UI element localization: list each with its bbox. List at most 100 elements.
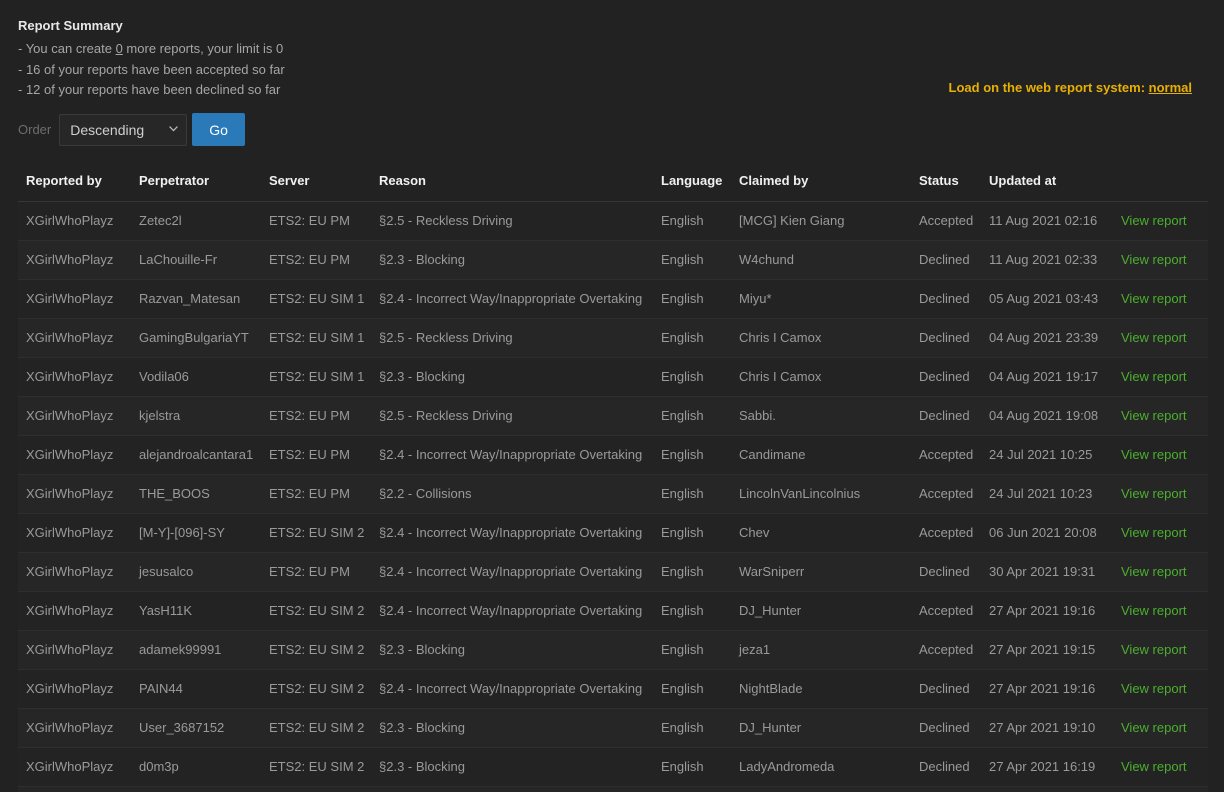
cell-claimed-by: Chris I Camox bbox=[731, 318, 911, 358]
table-row: XGirlWhoPlayz THE_BOOS ETS2: EU PM §2.2 - C… bbox=[18, 474, 1208, 514]
cell-status: Accepted bbox=[911, 201, 981, 241]
cell-reason: §2.5 - Reckless Driving bbox=[371, 318, 653, 358]
cell-status: Accepted bbox=[911, 474, 981, 514]
cell-perpetrator: User_3687152 bbox=[131, 708, 261, 748]
cell-perpetrator: kjelstra bbox=[131, 396, 261, 436]
cell-server: ETS2: EU PM bbox=[261, 201, 371, 241]
view-report-link[interactable]: View report bbox=[1121, 213, 1187, 228]
cell-status: Declined bbox=[911, 669, 981, 709]
cell-reported-by: XGirlWhoPlayz bbox=[18, 669, 131, 709]
cell-reason: §2.3 - Blocking bbox=[371, 630, 653, 670]
cell-reason: §2.4 - Incorrect Way/Inappropriate Overt… bbox=[371, 279, 653, 319]
cell-claimed-by: NightBlade bbox=[731, 669, 911, 709]
cell-language: English bbox=[653, 396, 731, 436]
cell-server: ETS2: EU SIM 2 bbox=[261, 513, 371, 553]
cell-language: English bbox=[653, 513, 731, 553]
cell-perpetrator: PAIN44 bbox=[131, 669, 261, 709]
view-report-link[interactable]: View report bbox=[1121, 486, 1187, 501]
cell-claimed-by: [MCG] Kien Giang bbox=[731, 201, 911, 241]
cell-reported-by: XGirlWhoPlayz bbox=[18, 747, 131, 787]
cell-reason: §2.3 - Blocking bbox=[371, 240, 653, 280]
cell-reason: §2.5 - Reckless Driving bbox=[371, 396, 653, 436]
cell-server: ETS2: EU SIM 2 bbox=[261, 630, 371, 670]
column-header-perpetrator: Perpetrator bbox=[131, 164, 261, 202]
cell-reported-by: XGirlWhoPlayz bbox=[18, 474, 131, 514]
view-report-link[interactable]: View report bbox=[1121, 369, 1187, 384]
order-controls: Order DescendingAscending Go bbox=[0, 101, 1224, 147]
column-header-status: Status bbox=[911, 164, 981, 202]
cell-status: Accepted bbox=[911, 630, 981, 670]
table-row: XGirlWhoPlayz YasH11K ETS2: EU SIM 2 §2.4 -… bbox=[18, 591, 1208, 631]
view-report-link[interactable]: View report bbox=[1121, 291, 1187, 306]
cell-language: English bbox=[653, 669, 731, 709]
cell-status: Accepted bbox=[911, 591, 981, 631]
cell-language: English bbox=[653, 552, 731, 592]
summary-line-text: - 16 of your reports have been accepted … bbox=[18, 61, 285, 77]
cell-actions: View report bbox=[1113, 669, 1208, 709]
view-report-link[interactable]: View report bbox=[1121, 408, 1187, 423]
table-row: XGirlWhoPlayz LaChouille-Fr ETS2: EU PM §2.… bbox=[18, 240, 1208, 280]
cell-server: ETS2: EU SIM 1 bbox=[261, 279, 371, 319]
table-row: XGirlWhoPlayz alejandroalcantara1 ETS2: EU… bbox=[18, 435, 1208, 475]
summary-line-1: - 16 of your reports have been accepted … bbox=[18, 60, 1224, 81]
view-report-link[interactable]: View report bbox=[1121, 564, 1187, 579]
cell-actions: View report bbox=[1113, 240, 1208, 280]
cell-status: Accepted bbox=[911, 435, 981, 475]
cell-reported-by: XGirlWhoPlayz bbox=[18, 318, 131, 358]
view-report-link[interactable]: View report bbox=[1121, 447, 1187, 462]
table-row: XGirlWhoPlayz Zetec2l ETS2: EU PM §2.5 - Re… bbox=[18, 201, 1208, 241]
cell-reason: §2.4 - Incorrect Way/Inappropriate Overt… bbox=[371, 591, 653, 631]
cell-updated-at: 04 Aug 2021 19:08 bbox=[981, 396, 1113, 436]
cell-updated-at: 24 Jul 2021 10:25 bbox=[981, 435, 1113, 475]
cell-status: Declined bbox=[911, 240, 981, 280]
cell-language: English bbox=[653, 201, 731, 241]
go-button[interactable]: Go bbox=[192, 113, 245, 146]
cell-server: ETS2: EU PM bbox=[261, 240, 371, 280]
cell-actions: View report bbox=[1113, 786, 1208, 792]
cell-server: ETS2: EU PM bbox=[261, 435, 371, 475]
cell-updated-at: 24 Jul 2021 10:23 bbox=[981, 474, 1113, 514]
system-load-label: Load on the web report system: bbox=[948, 80, 1146, 95]
cell-actions: View report bbox=[1113, 279, 1208, 319]
cell-language: English bbox=[653, 786, 731, 792]
cell-perpetrator: GamingBulgariaYT bbox=[131, 318, 261, 358]
cell-perpetrator: adamek99991 bbox=[131, 630, 261, 670]
cell-perpetrator: THE_BOOS bbox=[131, 474, 261, 514]
view-report-link[interactable]: View report bbox=[1121, 681, 1187, 696]
view-report-link[interactable]: View report bbox=[1121, 642, 1187, 657]
view-report-link[interactable]: View report bbox=[1121, 759, 1187, 774]
cell-reported-by: XGirlWhoPlayz bbox=[18, 240, 131, 280]
view-report-link[interactable]: View report bbox=[1121, 603, 1187, 618]
system-load-value[interactable]: normal bbox=[1149, 80, 1192, 95]
column-header-claimed-by: Claimed by bbox=[731, 164, 911, 202]
cell-perpetrator: [M-Y]-[096]-SY bbox=[131, 513, 261, 553]
cell-reason: §2.2 - Collisions bbox=[371, 474, 653, 514]
cell-language: English bbox=[653, 630, 731, 670]
cell-reported-by: XGirlWhoPlayz bbox=[18, 513, 131, 553]
order-select[interactable]: DescendingAscending bbox=[59, 113, 188, 146]
summary-line-text: more reports, your limit is 0 bbox=[122, 41, 284, 56]
cell-updated-at: 27 Apr 2021 16:19 bbox=[981, 747, 1113, 787]
cell-perpetrator: Vodila06 bbox=[131, 357, 261, 397]
cell-reason: §2.4 - Incorrect Way/Inappropriate Overt… bbox=[371, 513, 653, 553]
cell-server: ETS2: EU SIM 2 bbox=[261, 747, 371, 787]
cell-status: Declined bbox=[911, 708, 981, 748]
cell-server: ETS2: EU PM bbox=[261, 552, 371, 592]
cell-language: English bbox=[653, 318, 731, 358]
cell-reason: §2.5 - Reckless Driving bbox=[371, 201, 653, 241]
cell-reported-by: XGirlWhoPlayz bbox=[18, 435, 131, 475]
table-row: XGirlWhoPlayz kjelstra ETS2: EU PM §2.5 - R… bbox=[18, 396, 1208, 436]
cell-updated-at: 04 Aug 2021 23:39 bbox=[981, 318, 1113, 358]
view-report-link[interactable]: View report bbox=[1121, 330, 1187, 345]
cell-claimed-by: DJ_Hunter bbox=[731, 708, 911, 748]
cell-reason: §2.4 - Incorrect Way/Inappropriate Overt… bbox=[371, 669, 653, 709]
cell-perpetrator: Razvan_Matesan bbox=[131, 279, 261, 319]
cell-perpetrator: d0m3p bbox=[131, 747, 261, 787]
view-report-link[interactable]: View report bbox=[1121, 525, 1187, 540]
view-report-link[interactable]: View report bbox=[1121, 252, 1187, 267]
cell-server: ETS2: EU SIM 1 bbox=[261, 357, 371, 397]
cell-language: English bbox=[653, 240, 731, 280]
order-label: Order bbox=[18, 122, 52, 137]
reports-table-container: Reported by Perpetrator Server Reason Langua… bbox=[18, 164, 1208, 792]
view-report-link[interactable]: View report bbox=[1121, 720, 1187, 735]
